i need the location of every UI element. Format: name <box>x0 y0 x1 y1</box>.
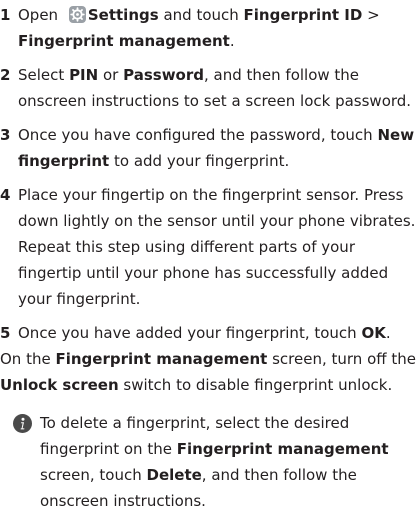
pin-label: PIN <box>69 66 99 84</box>
step-4: 4 Place your fingertip on the fingerprint… <box>0 182 419 312</box>
punctuation: . <box>385 324 391 342</box>
info-icon <box>13 414 32 433</box>
separator-text: > <box>367 6 380 24</box>
step-number: 2 <box>0 66 11 84</box>
step-text: or <box>102 66 119 84</box>
step-text: Once you have added your fingerprint, to… <box>18 324 357 342</box>
step-text: and touch <box>163 6 239 24</box>
step-text: Select <box>18 66 65 84</box>
step-number: 5 <box>0 324 11 342</box>
password-label: Password <box>123 66 204 84</box>
step-text: Place your fingertip on the fingerprint … <box>18 186 416 308</box>
punctuation: . <box>229 32 235 50</box>
note-text: screen, touch <box>40 466 142 484</box>
step-text: On the <box>0 350 51 368</box>
fingerprint-management-label: Fingerprint management <box>18 32 230 50</box>
settings-gear-icon <box>68 6 86 23</box>
step-5: 5 Once you have added your fingerprint, t… <box>0 320 419 346</box>
step-5-continuation: On the Fingerprint management screen, tu… <box>0 346 419 398</box>
step-text: Open <box>18 6 59 24</box>
fingerprint-management-label: Fingerprint management <box>176 440 389 458</box>
step-text: to add your fingerprint. <box>114 152 290 170</box>
step-number: 1 <box>0 6 11 24</box>
note-block: To delete a fingerprint, select the desi… <box>0 410 419 514</box>
ok-label: OK <box>361 324 386 342</box>
settings-label: Settings <box>87 6 159 24</box>
fingerprint-id-label: Fingerprint ID <box>243 6 363 24</box>
step-1: 1 Open Settings and touch Fingerprint ID … <box>0 2 419 54</box>
fingerprint-management-label: Fingerprint management <box>55 350 268 368</box>
unlock-screen-label: Unlock screen <box>0 376 119 394</box>
instructions-document: 1 Open Settings and touch Fingerprint ID … <box>0 0 419 514</box>
step-number: 4 <box>0 186 11 204</box>
step-2: 2 Select PIN or Password, and then follow… <box>0 62 419 114</box>
step-text: switch to disable fingerprint unlock. <box>123 376 393 394</box>
step-text: Once you have configured the password, t… <box>18 126 373 144</box>
step-text: screen, turn off the <box>272 350 416 368</box>
step-number: 3 <box>0 126 11 144</box>
step-3: 3 Once you have configured the password, … <box>0 122 419 174</box>
delete-label: Delete <box>146 466 202 484</box>
